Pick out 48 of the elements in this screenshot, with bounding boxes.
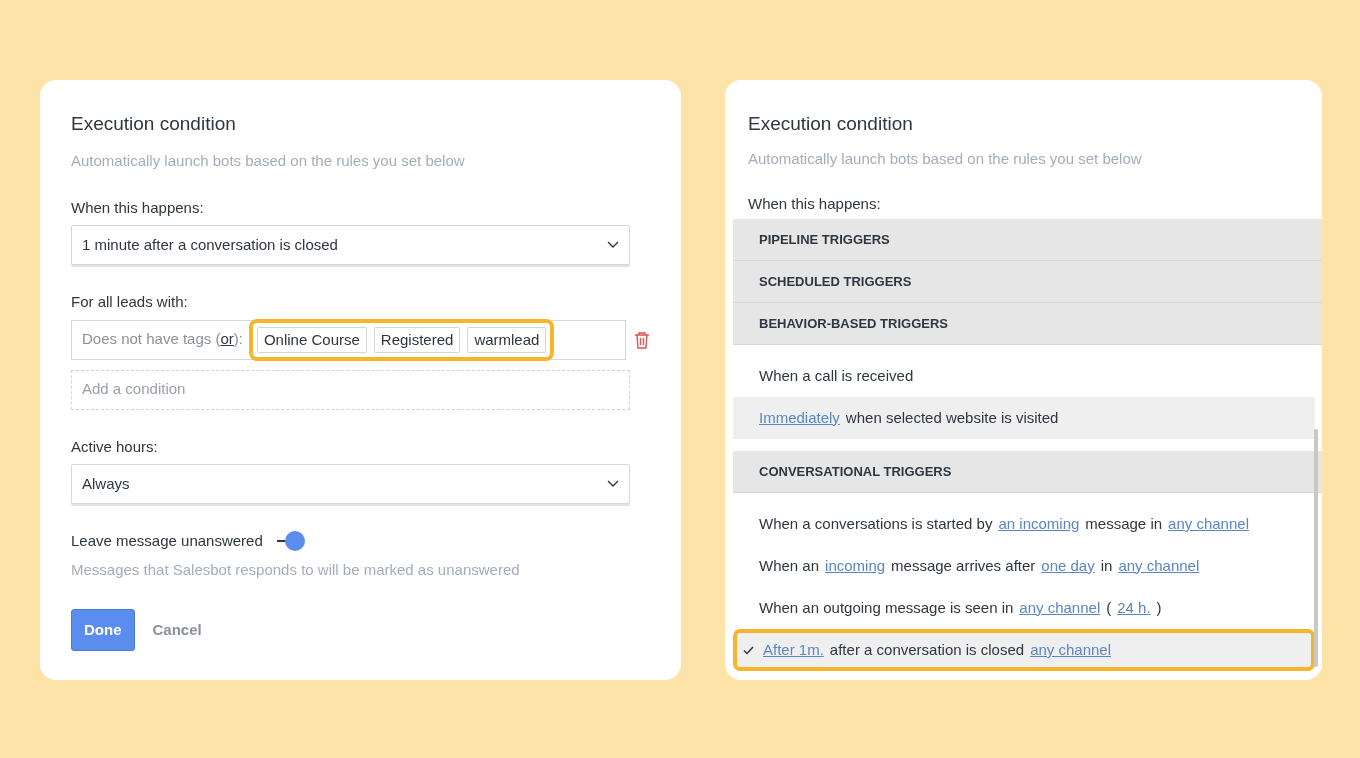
hint-text: Messages that Salesbot responds to will be marked as unanswered [71, 559, 521, 580]
option-link[interactable]: 24 h. [1117, 596, 1151, 620]
option-text: message in [1085, 513, 1163, 534]
option-link[interactable]: any channel [1168, 512, 1249, 536]
subtitle-text: Automatically launch bots based on the rules you set below [71, 151, 466, 171]
menu-section-header: CONVERSATIONAL TRIGGERS [733, 451, 1322, 493]
chevron-down-icon [607, 241, 619, 249]
option-link[interactable]: incoming [825, 554, 886, 578]
or-link[interactable]: or [220, 330, 234, 348]
trash-icon[interactable] [634, 330, 650, 349]
field-label: Active hours: [71, 436, 159, 457]
option-link[interactable]: one day [1041, 554, 1095, 578]
dropdown-select[interactable]: 1 minute after a conversation is closed [71, 225, 630, 265]
field-label: When this happens: [748, 193, 882, 214]
condition-text: ): [233, 330, 243, 348]
option-text: When a conversations is started by [759, 513, 993, 534]
option-link[interactable]: an incoming [998, 512, 1080, 536]
option-text: ) [1156, 597, 1162, 618]
dialog-title: Execution condition [748, 112, 914, 136]
option-text: ( [1106, 597, 1112, 618]
chevron-down-icon [607, 480, 619, 488]
field-label: When this happens: [71, 197, 205, 218]
menu-section-header: PIPELINE TRIGGERS [733, 219, 1322, 261]
option-link[interactable]: any channel [1118, 554, 1200, 578]
subtitle-text: Automatically launch bots based on the rules you set below [748, 149, 1143, 169]
option-text: message arrives after [891, 555, 1036, 576]
toggle-label: Leave message unanswered [71, 531, 263, 551]
tag-chip[interactable]: warmlead [467, 326, 547, 353]
menu-section-header: SCHEDULED TRIGGERS [733, 261, 1322, 303]
condition-text: Does not have tags ( [82, 330, 221, 348]
dropdown-value: Always [82, 473, 130, 494]
dialog-title: Execution condition [71, 112, 237, 136]
option-link[interactable]: any channel [1019, 596, 1101, 620]
tag-chip[interactable]: Online Course [256, 326, 367, 353]
field-label: For all leads with: [71, 292, 189, 312]
dropdown-value: 1 minute after a conversation is closed [82, 234, 338, 255]
option-text: When an [759, 555, 820, 576]
dropdown-select[interactable]: Always [71, 464, 630, 504]
condition-field[interactable]: Does not have tags (or): Online Course Registered warmlead [71, 319, 627, 360]
option-text: When an outgoing message is seen in [759, 597, 1014, 618]
tag-chip[interactable]: Registered [373, 326, 461, 353]
option-text: after a conversation is closed [829, 639, 1025, 660]
toggle-switch[interactable] [274, 531, 305, 552]
option-text: When a call is received [759, 365, 914, 386]
option-text: in [1100, 555, 1113, 576]
option-text: when selected website is visited [845, 407, 1059, 428]
menu-section-header: BEHAVIOR-BASED TRIGGERS [733, 303, 1322, 345]
trigger-option[interactable]: Immediately when selected website is visited [733, 397, 1315, 439]
